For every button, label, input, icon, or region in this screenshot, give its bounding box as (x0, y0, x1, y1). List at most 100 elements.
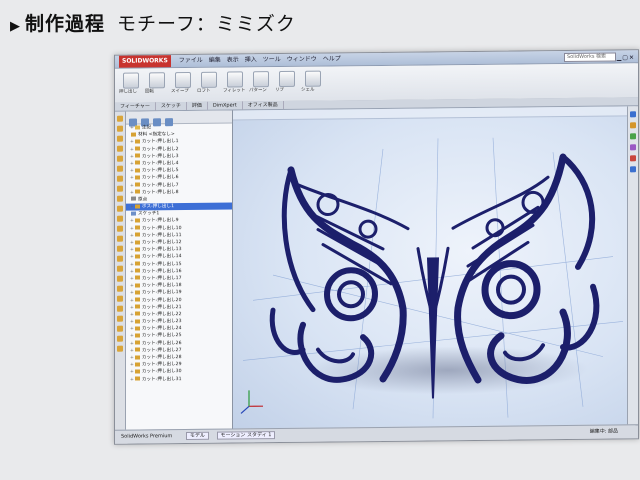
ribbon-button-icon[interactable] (227, 71, 243, 88)
tool-icon[interactable] (117, 115, 123, 122)
tool-icon[interactable] (117, 345, 123, 352)
menu-item[interactable]: 挿入 (245, 56, 257, 63)
expand-icon[interactable]: + (130, 241, 134, 246)
tool-icon[interactable] (117, 195, 123, 202)
expand-icon[interactable]: + (130, 348, 134, 353)
menu-item[interactable]: ファイル (179, 57, 203, 64)
tool-icon[interactable] (117, 335, 123, 342)
expand-icon[interactable]: + (130, 356, 134, 361)
ribbon-button-icon[interactable] (279, 70, 295, 88)
expand-icon[interactable]: + (130, 276, 134, 281)
expand-icon[interactable]: + (130, 219, 134, 224)
command-tab[interactable]: オフィス製品 (242, 100, 284, 110)
tool-icon[interactable] (117, 175, 123, 182)
expand-icon[interactable]: + (130, 161, 134, 166)
ribbon-button-icon[interactable] (149, 72, 165, 89)
ribbon-button-icon[interactable] (175, 71, 191, 89)
expand-icon[interactable]: + (130, 377, 134, 382)
menu-item[interactable]: 表示 (227, 56, 239, 63)
tool-icon[interactable] (117, 135, 123, 142)
expand-icon[interactable]: + (130, 363, 134, 368)
expand-icon[interactable]: + (130, 205, 134, 210)
expand-icon[interactable]: + (130, 320, 134, 325)
tool-icon[interactable] (117, 295, 123, 302)
task-pane-icon[interactable] (630, 111, 636, 118)
command-tab[interactable]: 評価 (186, 101, 208, 110)
tool-icon[interactable] (117, 235, 123, 242)
tool-icon[interactable] (117, 225, 123, 232)
tool-icon[interactable] (117, 165, 123, 172)
search-input[interactable]: SolidWorks 検索 (564, 52, 616, 63)
expand-icon[interactable]: + (130, 269, 134, 274)
tool-icon[interactable] (117, 285, 123, 292)
expand-icon[interactable]: + (130, 370, 134, 375)
expand-icon[interactable]: + (130, 255, 134, 260)
app-logo[interactable]: SOLIDWORKS (119, 55, 171, 68)
tree-item-label: カット-押し出し1 (141, 139, 179, 145)
tree-item-label: カット-押し出し29 (141, 362, 182, 368)
expand-icon[interactable]: + (130, 248, 134, 253)
task-pane-icon[interactable] (630, 155, 636, 162)
tab-model[interactable]: モデル (185, 431, 209, 440)
menu-item[interactable]: ツール (263, 56, 281, 63)
tool-icon[interactable] (117, 145, 123, 152)
menu-item[interactable]: ウィンドウ (287, 56, 317, 63)
task-pane-icon[interactable] (630, 133, 636, 140)
menu-item[interactable]: 編集 (209, 57, 221, 64)
ribbon-button-icon[interactable] (123, 72, 139, 89)
task-pane-icon[interactable] (630, 122, 636, 129)
tree-item-label: カット-押し出し11 (141, 232, 182, 239)
tool-icon[interactable] (117, 315, 123, 322)
expand-icon[interactable]: + (130, 147, 134, 152)
expand-icon[interactable]: + (130, 140, 134, 145)
expand-icon[interactable]: + (130, 334, 134, 339)
tree-item-label: カット-押し出し20 (141, 297, 182, 303)
expand-icon[interactable]: + (130, 327, 134, 332)
expand-icon[interactable]: + (130, 312, 134, 317)
command-tab[interactable]: フィーチャー (115, 102, 156, 111)
menu-item[interactable]: ヘルプ (323, 55, 341, 62)
tool-icon[interactable] (117, 325, 123, 332)
tree-item[interactable]: + カット-押し出し31 (126, 375, 232, 383)
tool-icon[interactable] (117, 265, 123, 272)
expand-icon[interactable]: + (130, 284, 134, 289)
ribbon-button-icon[interactable] (253, 71, 269, 88)
graphics-viewport[interactable] (233, 106, 628, 429)
tool-icon[interactable] (117, 125, 123, 132)
tool-icon[interactable] (117, 185, 123, 192)
task-pane-icon[interactable] (630, 144, 636, 151)
tab-motion-study[interactable]: モーション スタディ 1 (216, 431, 276, 440)
expand-icon[interactable]: + (130, 190, 134, 195)
expand-icon[interactable]: + (130, 169, 134, 174)
expand-icon[interactable]: + (130, 226, 134, 231)
expand-icon[interactable]: + (130, 176, 134, 181)
command-tab[interactable]: DimXpert (207, 101, 243, 110)
tool-icon[interactable] (117, 275, 123, 282)
axis-triad-icon (240, 390, 263, 414)
dimxpert-icon[interactable] (165, 118, 173, 127)
expand-icon[interactable]: + (130, 305, 134, 310)
expand-icon[interactable]: + (130, 298, 134, 303)
expand-icon[interactable]: + (130, 291, 134, 296)
expand-icon[interactable]: + (130, 126, 134, 131)
tool-icon[interactable] (117, 205, 123, 212)
tool-icon[interactable] (117, 305, 123, 312)
ribbon-button-icon[interactable] (201, 71, 217, 88)
expand-icon[interactable]: + (130, 233, 134, 238)
expand-icon[interactable]: + (130, 154, 134, 159)
config-icon[interactable] (153, 118, 161, 127)
bullet-arrow-icon: ▶ (10, 19, 21, 34)
feature-icon (134, 225, 140, 230)
tool-icon[interactable] (117, 155, 123, 162)
expand-icon[interactable]: + (130, 183, 134, 188)
task-pane-icon[interactable] (630, 166, 636, 173)
command-tab[interactable]: スケッチ (155, 101, 187, 111)
ribbon-button-icon[interactable] (305, 70, 321, 87)
tool-icon[interactable] (117, 245, 123, 252)
expand-icon[interactable]: + (130, 341, 134, 346)
tool-icon[interactable] (117, 215, 123, 222)
ribbon-button-label: パターン (249, 88, 267, 94)
tool-icon[interactable] (117, 255, 123, 262)
expand-icon[interactable]: + (130, 262, 134, 267)
tree-item-label: カット-押し出し3 (141, 153, 179, 160)
